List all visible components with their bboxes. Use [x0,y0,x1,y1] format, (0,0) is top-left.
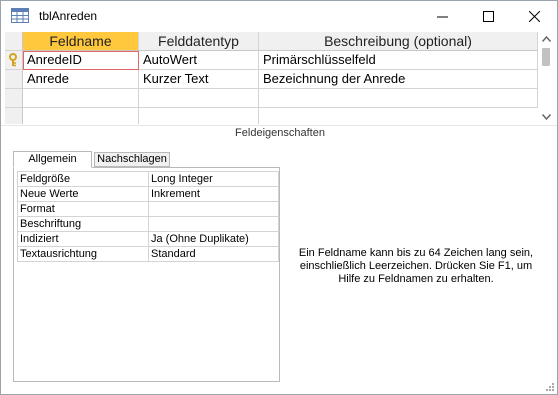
minimize-icon [436,16,448,17]
field-properties-title: Feldeigenschaften [235,127,325,139]
field-type-cell[interactable] [139,89,259,108]
field-description-cell[interactable]: Primärschlüsselfeld [259,51,538,70]
scroll-thumb[interactable] [542,48,550,66]
tab-allgemein[interactable]: Allgemein [13,151,92,168]
table-design-window: tblAnreden Feldname Felddatentyp Beschre… [0,0,558,395]
table-row[interactable]: Anrede Kurzer Text Bezeichnung der Anred… [5,70,538,89]
property-value[interactable] [149,217,279,232]
property-value[interactable]: Ja (Ohne Duplikate) [149,232,279,247]
scroll-up-button[interactable] [539,32,554,46]
property-name: Feldgröße [17,171,149,187]
property-row[interactable]: Format [17,202,279,217]
property-value[interactable]: Inkrement [149,187,279,202]
column-header-feldname[interactable]: Feldname [23,32,139,51]
property-value[interactable]: Long Integer [149,171,279,187]
property-value[interactable] [149,202,279,217]
resize-grip-icon[interactable] [543,382,555,394]
close-icon [528,10,540,22]
field-name-cell[interactable]: AnredeID [23,51,139,70]
section-divider [1,125,557,126]
property-name: Format [17,202,149,217]
new-row[interactable] [5,89,538,108]
table-row[interactable]: AnredeID AutoWert Primärschlüsselfeld [5,51,538,70]
caret-down-icon [542,114,551,120]
field-type-cell[interactable]: AutoWert [139,51,259,70]
property-name: Beschriftung [17,217,149,232]
property-name: Indiziert [17,232,149,247]
maximize-icon [482,10,494,22]
properties-panel: Feldgröße Long Integer Neue Werte Inkrem… [13,167,280,382]
field-name-cell[interactable]: Anrede [23,70,139,89]
property-name: Neue Werte [17,187,149,202]
property-row[interactable]: Feldgröße Long Integer [17,171,279,187]
title-bar[interactable]: tblAnreden [1,1,557,31]
field-description-cell[interactable] [259,89,538,108]
property-name: Textausrichtung [17,247,149,262]
property-row[interactable]: Neue Werte Inkrement [17,187,279,202]
field-type-cell[interactable]: Kurzer Text [139,70,259,89]
property-row[interactable]: Textausrichtung Standard [17,247,279,262]
header-corner[interactable] [5,32,23,51]
field-name-cell[interactable] [23,89,139,108]
field-description-cell[interactable]: Bezeichnung der Anrede [259,70,538,89]
property-row[interactable]: Indiziert Ja (Ohne Duplikate) [17,232,279,247]
tab-nachschlagen[interactable]: Nachschlagen [94,152,170,167]
vertical-scrollbar[interactable] [539,32,554,124]
caret-up-icon [542,36,551,42]
column-header-beschreibung[interactable]: Beschreibung (optional) [259,32,538,51]
row-selector[interactable] [5,51,23,70]
grid-header-row: Feldname Felddatentyp Beschreibung (opti… [5,32,538,51]
row-selector[interactable] [5,89,23,108]
row-selector[interactable] [5,70,23,89]
help-text: Ein Feldname kann bis zu 64 Zeichen lang… [298,247,534,285]
grid-empty-area [5,108,538,124]
maximize-button[interactable] [465,1,511,31]
scroll-down-button[interactable] [539,110,554,124]
column-header-felddatentyp[interactable]: Felddatentyp [139,32,259,51]
primary-key-icon [9,53,17,67]
property-value[interactable]: Standard [149,247,279,262]
property-row[interactable]: Beschriftung [17,217,279,232]
table-icon [11,8,29,23]
close-button[interactable] [511,1,557,31]
minimize-button[interactable] [419,1,465,31]
window-title: tblAnreden [39,9,98,23]
field-grid: Feldname Felddatentyp Beschreibung (opti… [5,32,538,124]
